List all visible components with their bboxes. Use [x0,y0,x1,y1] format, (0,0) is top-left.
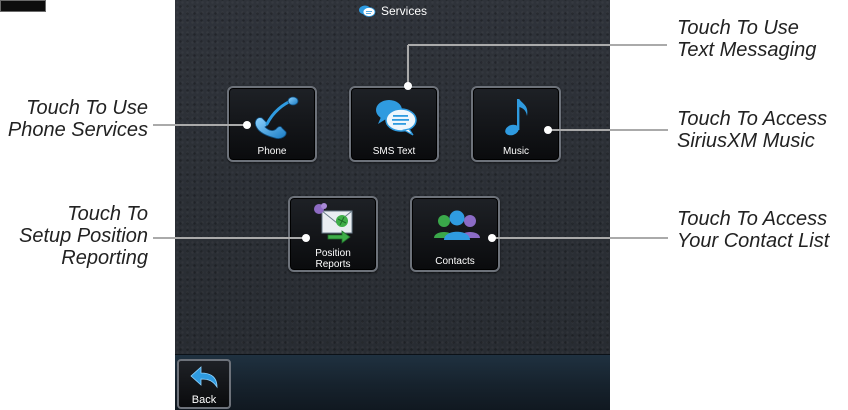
people-group-icon [434,210,480,240]
services-screen: Services Phone SMS Text Music Position R… [175,0,610,410]
telephone-handset-icon [254,96,299,139]
callout-siriusxm-music: Touch To Access SiriusXM Music [677,108,827,152]
callout-phone-services-line2: Phone Services [7,119,148,141]
callout-phone-services-line1: Touch To Use [26,97,148,119]
callout-contact-list-line1: Touch To Access [677,208,828,230]
callout-contact-list-line2: Your Contact List [677,230,830,252]
callout-position-reporting-line1: Touch To [67,203,148,225]
sms-text-button[interactable]: SMS Text [349,86,439,162]
callout-contact-list: Touch To Access Your Contact List [677,208,829,252]
music-button[interactable]: Music [471,86,561,162]
callout-position-reporting-line2: Setup Position [19,225,148,247]
speech-bubbles-icon [376,100,417,136]
position-reports-button[interactable]: Position Reports [288,196,378,272]
phone-button[interactable]: Phone [227,86,317,162]
title-wrap: Services [358,4,427,18]
callout-position-reporting: Touch To Setup Position Reporting [19,203,148,269]
callout-siriusxm-music-line1: Touch To Access [677,108,828,130]
position-reports-label-line1: Position [315,248,351,259]
phone-button-label: Phone [257,146,287,157]
music-note-icon [505,99,528,136]
callout-position-reporting-line3: Reporting [61,247,148,269]
cropped-corner-fragment [0,0,46,12]
bottom-bar: Back [175,354,610,410]
callout-siriusxm-music-line2: SiriusXM Music [677,130,815,152]
contacts-button[interactable]: Contacts [410,196,500,272]
music-button-label: Music [502,146,530,157]
contacts-button-label: Contacts [435,256,475,267]
back-button[interactable]: Back [177,359,231,409]
callout-phone-services: Touch To Use Phone Services [8,97,148,141]
page-title: Services [380,4,427,18]
position-reports-label-line2: Reports [315,259,351,270]
chat-bubbles-icon [358,5,376,17]
sms-text-button-label: SMS Text [372,146,416,157]
title-bar: Services [175,0,610,26]
callout-text-messaging-line2: Text Messaging [677,39,817,61]
callout-text-messaging: Touch To Use Text Messaging [677,17,816,61]
back-button-label: Back [191,394,217,406]
callout-text-messaging-line1: Touch To Use [677,17,799,39]
back-arrow-icon [190,366,218,389]
envelope-arrow-icon [314,203,353,244]
